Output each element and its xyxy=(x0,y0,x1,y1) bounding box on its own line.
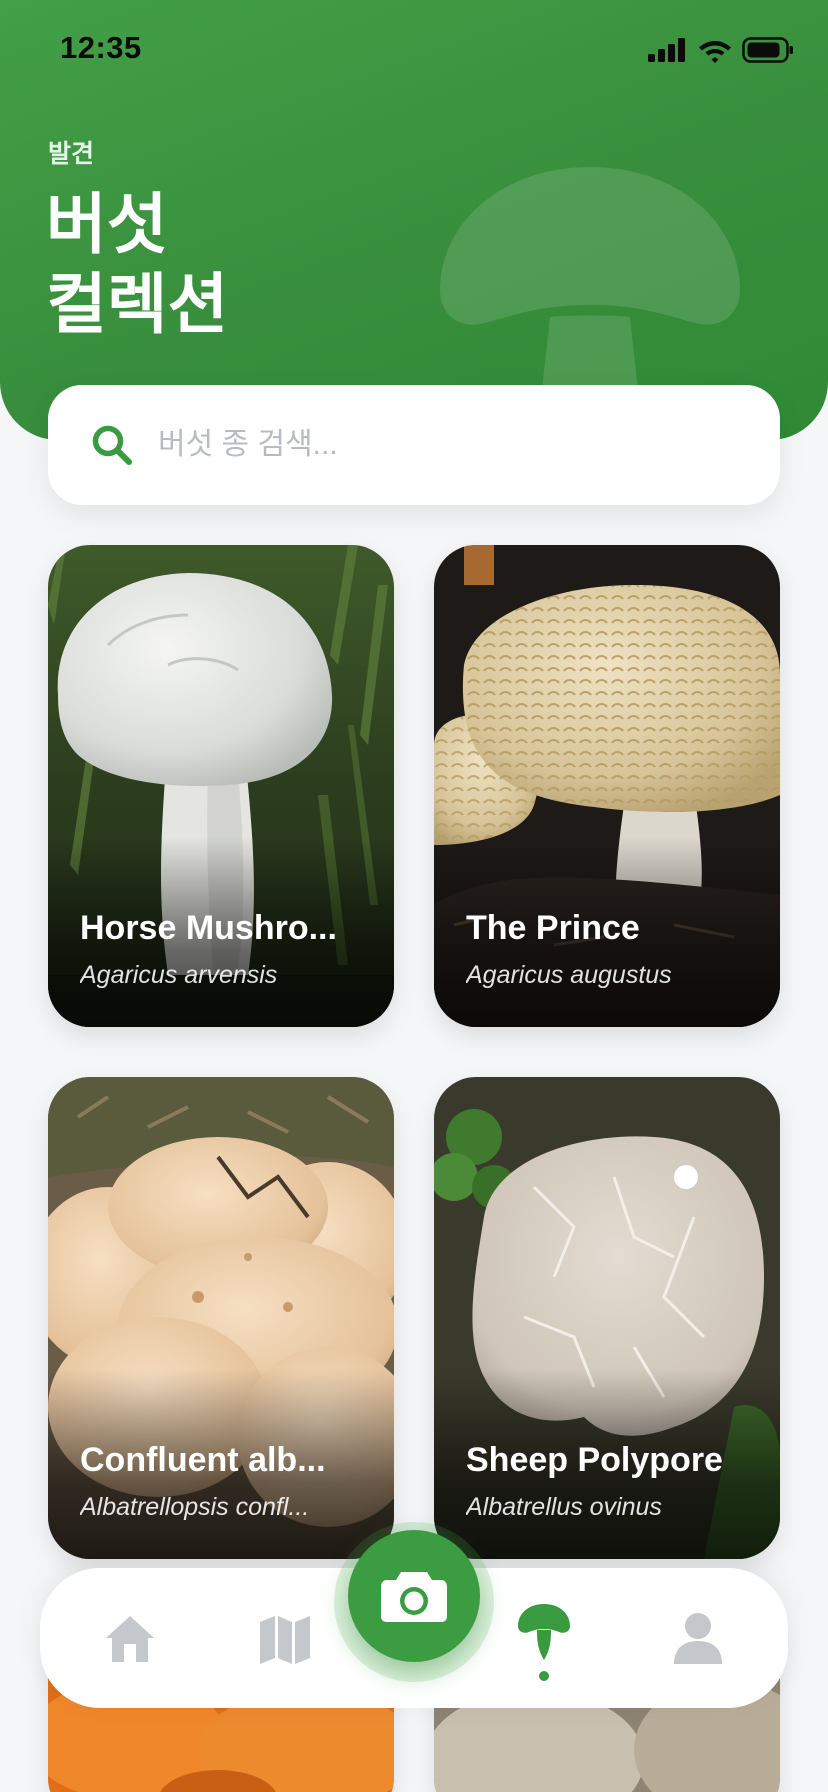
mushroom-card[interactable]: Sheep Polypore Albatrellus ovinus xyxy=(434,1077,780,1559)
camera-button[interactable] xyxy=(348,1530,480,1662)
profile-icon[interactable] xyxy=(668,1608,728,1668)
wifi-icon xyxy=(699,41,731,63)
camera-icon xyxy=(381,1572,447,1622)
card-scientific-name: Albatrellus ovinus xyxy=(466,1493,662,1521)
search-bar[interactable] xyxy=(48,385,780,505)
status-time: 12:35 xyxy=(60,30,142,65)
card-scientific-name: Albatrellopsis confl... xyxy=(80,1493,310,1521)
search-input[interactable] xyxy=(158,415,738,475)
battery-icon xyxy=(742,37,793,63)
card-title: Confluent alb... xyxy=(80,1441,326,1479)
home-icon[interactable] xyxy=(100,1608,160,1668)
active-indicator xyxy=(539,1671,549,1681)
card-title: Sheep Polypore xyxy=(466,1441,723,1479)
header: 12:35 발견 버섯 컬렉션 xyxy=(0,0,828,440)
mushroom-icon[interactable] xyxy=(514,1602,574,1662)
card-scientific-name: Agaricus arvensis xyxy=(80,961,278,989)
card-scientific-name: Agaricus augustus xyxy=(466,961,672,989)
header-eyebrow: 발견 xyxy=(48,140,95,168)
card-title: Horse Mushro... xyxy=(80,909,337,947)
mushroom-card[interactable]: Confluent alb... Albatrellopsis confl... xyxy=(48,1077,394,1559)
card-title: The Prince xyxy=(466,909,640,947)
mushroom-card[interactable]: The Prince Agaricus augustus xyxy=(434,545,780,1027)
mushroom-card[interactable]: Horse Mushro... Agaricus arvensis xyxy=(48,545,394,1027)
cellular-signal-icon xyxy=(648,38,685,62)
search-icon xyxy=(92,425,132,465)
status-bar: 12:35 xyxy=(0,0,828,100)
page-title: 버섯 컬렉션 xyxy=(46,187,229,341)
map-icon[interactable] xyxy=(255,1608,315,1668)
